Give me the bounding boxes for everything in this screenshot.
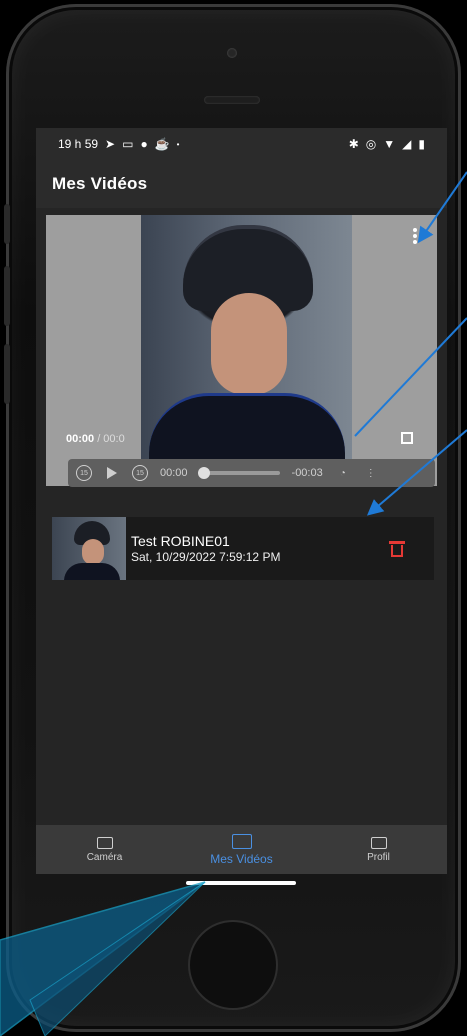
more-controls-icon[interactable]: ⋮ [363,465,379,481]
dot-icon: • [176,139,180,149]
video-thumbnail[interactable] [52,517,126,580]
player-time: 00:00 / 00:0 [66,433,125,445]
fullscreen-icon[interactable] [401,432,413,444]
teacup-icon: ☕ [154,137,170,151]
video-date: Sat, 10/29/2022 7:59:12 PM [131,549,281,564]
duration: / 00:0 [94,433,125,445]
battery-icon: ▮ [418,137,425,151]
play-button[interactable] [104,465,120,481]
video-title: Test ROBINE01 [131,532,230,549]
list-item[interactable]: Test ROBINE01 Sat, 10/29/2022 7:59:12 PM [52,517,434,580]
more-options-icon[interactable] [412,227,418,245]
rewind-15-icon[interactable]: 15 [76,465,92,481]
side-button [4,266,10,326]
status-bar: 19 h 59 ➤ ▭ ● ☕ • ✱ ◎ ▼ ◢ ▮ [36,128,447,160]
play-icon [107,467,117,479]
video-player[interactable]: 00:00 / 00:0 15 15 00:00 -00:03 ◔ ⋮ [46,215,437,487]
location-icon: ◎ [365,137,377,151]
forward-15-icon[interactable]: 15 [132,465,148,481]
home-indicator[interactable] [186,881,296,885]
remaining-time: -00:03 [291,467,323,479]
earpiece-speaker [204,96,260,104]
videos-icon [231,833,252,849]
bottom-navigation: Caméra Mes Vidéos Profil [36,825,447,874]
seek-knob[interactable] [197,467,210,479]
playback-speed-icon[interactable]: ◔ [335,465,351,481]
nav-label: Profil [367,851,390,863]
nav-item-profile[interactable]: Profil [310,825,447,874]
nav-label: Caméra [86,851,123,863]
signal-icon: ◢ [402,137,412,151]
nav-item-camera[interactable]: Caméra [36,825,173,874]
side-button [4,204,10,244]
camera-icon [96,836,113,849]
side-button [4,344,10,404]
seek-bar[interactable] [197,467,280,479]
video-subject-face [211,293,287,395]
front-camera [227,48,237,58]
page-title: Mes Vidéos [52,174,148,193]
bluetooth-icon: ✱ [348,137,359,151]
status-time: 19 h 59 [58,137,99,151]
nav-label: Mes Vidéos [210,851,273,866]
content-area: 00:00 / 00:0 15 15 00:00 -00:03 ◔ ⋮ Test… [36,208,447,825]
chat-icon: ▭ [122,137,134,151]
current-time: 00:00 [66,433,95,445]
player-controls: 15 15 00:00 -00:03 ◔ ⋮ [68,459,435,487]
home-button[interactable] [188,920,278,1010]
app-bar: Mes Vidéos [36,160,447,208]
video-frame[interactable] [141,215,352,480]
nav-item-videos[interactable]: Mes Vidéos [173,825,310,874]
elapsed-time: 00:00 [160,467,188,479]
location-icon: ● [140,137,148,151]
telegram-icon: ➤ [105,137,116,151]
profile-icon [370,836,387,849]
wifi-icon: ▼ [383,137,396,151]
screen: 19 h 59 ➤ ▭ ● ☕ • ✱ ◎ ▼ ◢ ▮ Mes Vidéos 0… [36,128,447,874]
delete-icon[interactable] [389,540,405,557]
